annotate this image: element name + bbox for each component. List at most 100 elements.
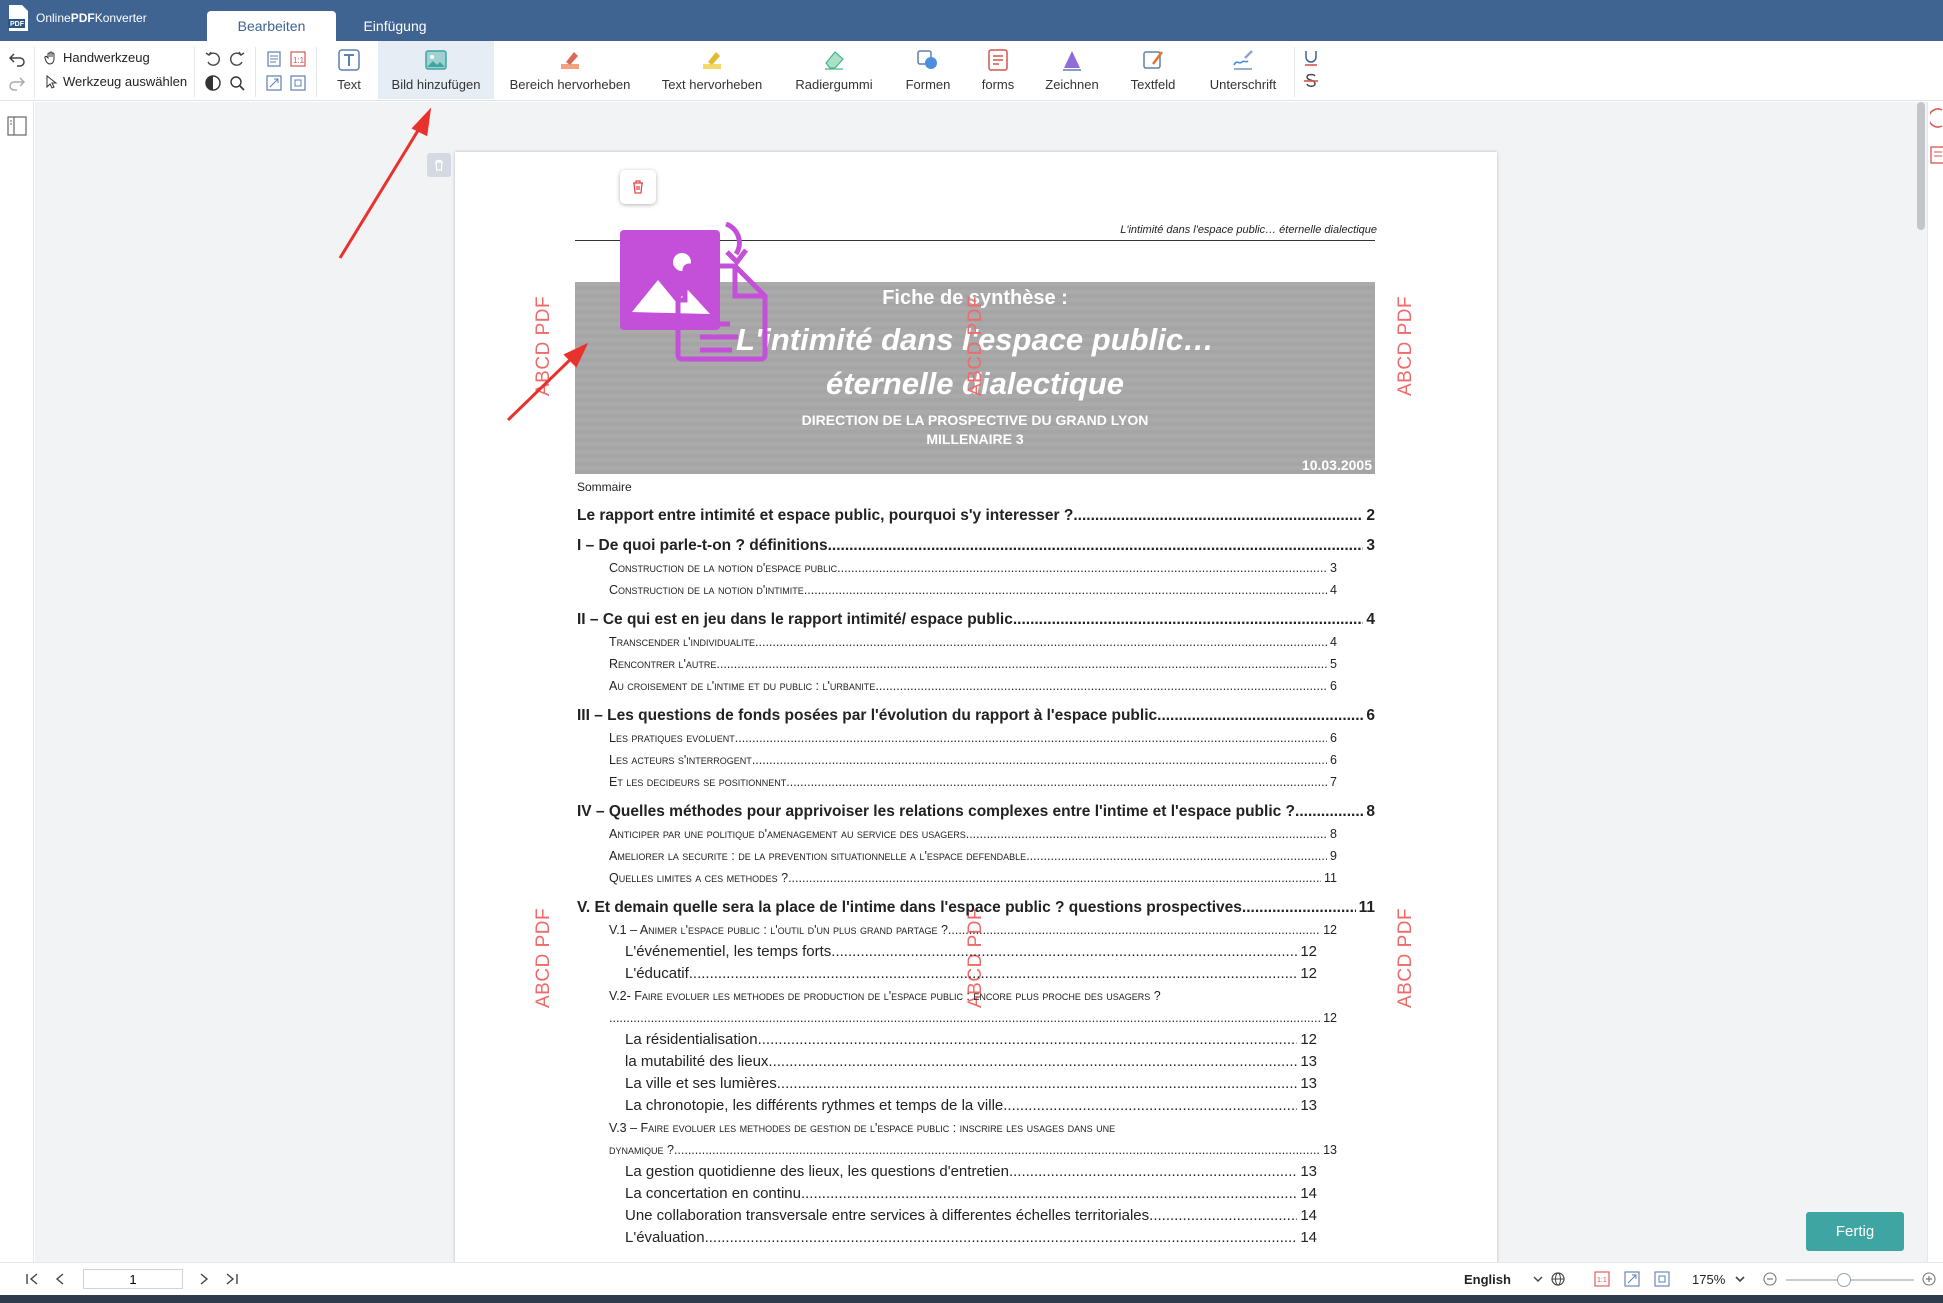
rotate-right-icon[interactable] <box>228 50 246 68</box>
banner-date: 10.03.2005 <box>1301 457 1372 473</box>
language-select[interactable]: English <box>1464 1272 1511 1287</box>
vertical-scrollbar[interactable] <box>1915 102 1927 1262</box>
toc-entry[interactable]: Les acteurs s'interrogent 6 <box>577 749 1337 771</box>
fit-window-icon[interactable] <box>289 74 307 92</box>
chevron-down-icon[interactable] <box>1530 1271 1546 1287</box>
toc-entry[interactable]: Anticiper par une politique d'amenagemen… <box>577 823 1337 845</box>
undo-icon[interactable] <box>8 50 26 68</box>
underline-icon[interactable] <box>1302 49 1320 67</box>
toc-label: Au croisement de l'intime et du public :… <box>609 679 876 693</box>
done-button[interactable]: Fertig <box>1806 1212 1904 1251</box>
toc-entry[interactable]: L'événementiel, les temps forts 12 <box>577 941 1317 963</box>
toc-entry[interactable]: Une collaboration transversale entre ser… <box>577 1205 1317 1227</box>
contrast-icon[interactable] <box>204 74 222 92</box>
fit-page-icon[interactable] <box>265 50 283 68</box>
actual-size-icon[interactable]: 1:1 <box>1594 1271 1610 1287</box>
sidebar-toggle-icon[interactable] <box>7 116 27 136</box>
text-highlight-button[interactable]: Text hervorheben <box>650 41 774 99</box>
hand-tool[interactable]: Handwerkzeug <box>44 50 150 65</box>
signature-button[interactable]: Unterschrift <box>1200 41 1286 99</box>
fit-window-icon[interactable] <box>1654 1271 1670 1287</box>
zoom-in-icon[interactable] <box>1921 1271 1937 1287</box>
delete-image-button[interactable] <box>620 170 656 204</box>
toc-leader-dots <box>609 1007 1320 1029</box>
toc-entry[interactable]: Au croisement de l'intime et du public :… <box>577 675 1337 697</box>
toc-label: Et les decideurs se positionnent <box>609 775 787 789</box>
fit-width-icon[interactable] <box>265 74 283 92</box>
running-header: L'intimité dans l'espace public… éternel… <box>1120 224 1377 236</box>
text-tool-button[interactable]: Text <box>320 41 378 99</box>
toc-leader-dots <box>735 727 1327 749</box>
area-highlight-button[interactable]: Bereich hervorheben <box>502 41 638 99</box>
toc-label: Transcender l'individualite <box>609 635 756 649</box>
rotate-left-icon[interactable] <box>204 50 222 68</box>
toc-heading[interactable]: V. Et demain quelle sera la place de l'i… <box>577 899 1375 919</box>
toc-entry[interactable]: Quelles limites a ces methodes ? 11 <box>577 867 1337 889</box>
toc-entry[interactable]: Rencontrer l'autre 5 <box>577 653 1337 675</box>
toc-heading[interactable]: III – Les questions de fonds posées par … <box>577 707 1375 727</box>
forms-button[interactable]: forms <box>968 41 1028 99</box>
text-highlight-icon <box>703 52 721 69</box>
fit-width-icon[interactable] <box>1624 1271 1640 1287</box>
toc-entry[interactable]: V.2- Faire evoluer les methodes de produ… <box>577 985 1375 1007</box>
textfield-label: Textfeld <box>1130 77 1176 92</box>
tab-bearbeiten[interactable]: Bearbeiten <box>207 11 336 41</box>
toc-leader-dots <box>837 557 1327 579</box>
toc-entry[interactable]: V.3 – Faire evoluer les methodes de gest… <box>577 1117 1375 1139</box>
trash-icon <box>633 180 643 194</box>
toc-entry[interactable]: Transcender l'individualite 4 <box>577 631 1337 653</box>
sommaire-heading: Sommaire <box>577 480 632 494</box>
strikethrough-icon[interactable] <box>1302 72 1320 90</box>
toc-entry[interactable]: L'évaluation 14 <box>577 1227 1317 1249</box>
toc-entry[interactable]: Et les decideurs se positionnent 7 <box>577 771 1337 793</box>
inserted-image-placeholder-icon[interactable] <box>620 222 770 372</box>
add-image-button[interactable]: Bild hinzufügen <box>378 41 494 99</box>
toc-heading[interactable]: IV – Quelles méthodes pour apprivoiser l… <box>577 803 1375 823</box>
redo-icon[interactable] <box>8 74 26 92</box>
toc-heading[interactable]: Le rapport entre intimité et espace publ… <box>577 507 1375 527</box>
toc-entry[interactable]: Construction de la notion d'espace publi… <box>577 557 1337 579</box>
toc-entry[interactable]: Les pratiques evoluent 6 <box>577 727 1337 749</box>
properties-icon[interactable] <box>1930 146 1943 164</box>
tab-einfuegung[interactable]: Einfügung <box>345 11 445 41</box>
toc-entry[interactable]: V.1 – Animer l'espace public : l'outil d… <box>577 919 1337 941</box>
toc-entry[interactable]: 12 <box>577 1007 1337 1029</box>
textfield-button[interactable]: Textfeld <box>1120 41 1186 99</box>
first-page-icon[interactable] <box>24 1271 40 1287</box>
chevron-down-icon[interactable] <box>1732 1271 1748 1287</box>
toc-entry[interactable]: La gestion quotidienne des lieux, les qu… <box>577 1161 1317 1183</box>
scrollbar-thumb[interactable] <box>1917 102 1925 230</box>
toc-entry[interactable]: La chronotopie, les différents rythmes e… <box>577 1095 1317 1117</box>
toc-page-number: 4 <box>1330 635 1337 649</box>
next-page-icon[interactable] <box>196 1271 212 1287</box>
comment-icon[interactable] <box>1930 106 1943 130</box>
delete-page-button[interactable] <box>427 153 451 177</box>
zoom-slider-thumb[interactable] <box>1836 1273 1851 1287</box>
toc-entry[interactable]: la mutabilité des lieux 13 <box>577 1051 1317 1073</box>
toc-page-number: 8 <box>1366 803 1375 820</box>
eraser-button[interactable]: Radiergummi <box>786 41 882 99</box>
previous-page-icon[interactable] <box>52 1271 68 1287</box>
toc-label: Quelles limites a ces methodes ? <box>609 871 789 885</box>
toc-entry[interactable]: Construction de la notion d'intimite 4 <box>577 579 1337 601</box>
actual-size-icon[interactable]: 1:1 <box>289 50 307 68</box>
toc-label: Les acteurs s'interrogent <box>609 753 752 767</box>
select-tool[interactable]: Werkzeug auswählen <box>44 74 187 89</box>
globe-icon[interactable] <box>1550 1271 1566 1287</box>
shapes-button[interactable]: Formen <box>896 41 960 99</box>
last-page-icon[interactable] <box>224 1271 240 1287</box>
toc-entry[interactable]: La résidentialisation 12 <box>577 1029 1317 1051</box>
toc-entry[interactable]: L'éducatif 12 <box>577 963 1317 985</box>
toc-entry[interactable]: Ameliorer la securite : de la prevention… <box>577 845 1337 867</box>
toc-entry[interactable]: La ville et ses lumières 13 <box>577 1073 1317 1095</box>
page-number-input[interactable] <box>83 1269 183 1289</box>
toc-heading[interactable]: II – Ce qui est en jeu dans le rapport i… <box>577 611 1375 631</box>
toc-entry[interactable]: La concertation en continu 14 <box>577 1183 1317 1205</box>
toc-entry[interactable]: dynamique ? 13 <box>577 1139 1337 1161</box>
zoom-level-select[interactable]: 175% <box>1692 1272 1725 1287</box>
search-icon[interactable] <box>228 74 246 92</box>
shapes-label: Formen <box>905 77 951 92</box>
zoom-out-icon[interactable] <box>1762 1271 1778 1287</box>
toc-heading[interactable]: I – De quoi parle-t-on ? définitions 3 <box>577 537 1375 557</box>
draw-button[interactable]: Zeichnen <box>1040 41 1104 99</box>
